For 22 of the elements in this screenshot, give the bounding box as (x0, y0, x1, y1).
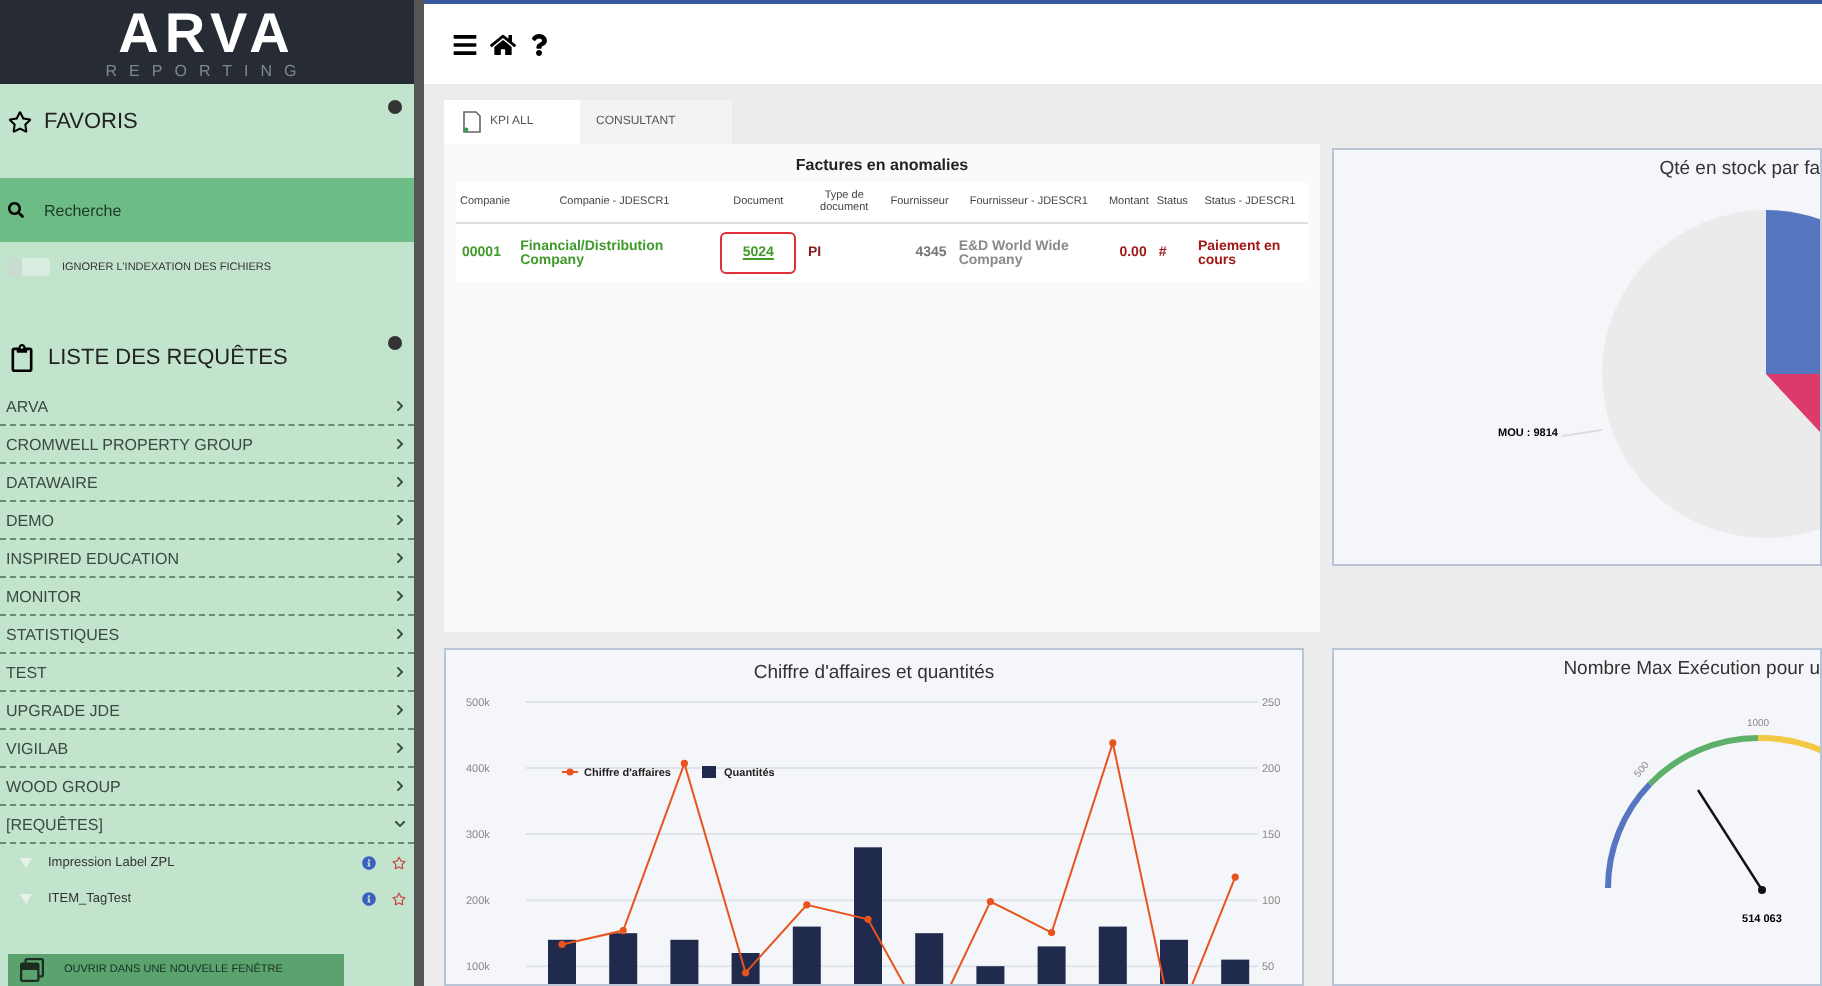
query-group[interactable]: MONITOR (0, 578, 414, 616)
query-group[interactable]: STATISTIQUES (0, 616, 414, 654)
search-field[interactable]: Recherche (0, 178, 414, 242)
query-group[interactable]: INSPIRED EDUCATION (0, 540, 414, 578)
query-group[interactable]: ARVA (0, 388, 414, 426)
chart-title: Qté en stock par fa (1659, 158, 1820, 180)
chart-title: Nombre Max Exécution pour u (1563, 658, 1820, 680)
section-title: FAVORIS (44, 110, 138, 134)
chart-title: Chiffre d'affaires et quantités (753, 662, 995, 684)
search-input[interactable]: Recherche (40, 199, 348, 221)
query-group[interactable]: TEST (0, 654, 414, 692)
query-group[interactable]: DEMO (0, 502, 414, 540)
section-title: LISTE DES REQUÊTES (48, 346, 288, 370)
query-group[interactable]: WOOD GROUP (0, 768, 414, 806)
query-group[interactable]: CROMWELL PROPERTY GROUP (0, 426, 414, 464)
logo-subtitle: REPORTING (105, 61, 309, 79)
logo-name: ARVA (118, 5, 296, 61)
table-title: Factures en anomalies (793, 156, 971, 174)
query-group[interactable]: DATAWAIRE (0, 464, 414, 502)
query-group[interactable]: VIGILAB (0, 730, 414, 768)
query-group[interactable]: UPGRADE JDE (0, 692, 414, 730)
query-group[interactable]: [REQUÊTES] (0, 806, 414, 844)
